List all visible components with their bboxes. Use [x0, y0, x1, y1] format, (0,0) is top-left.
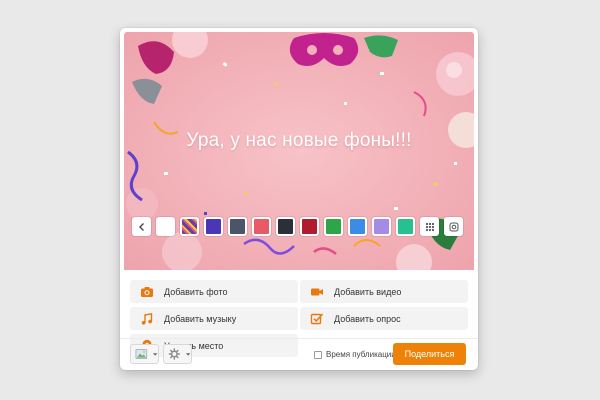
image-icon — [135, 349, 148, 359]
swatch-crimson[interactable] — [300, 217, 319, 236]
video-icon — [310, 285, 324, 299]
swatch-green[interactable] — [324, 217, 343, 236]
caret-down-icon — [152, 352, 158, 356]
swatch-pattern[interactable] — [180, 217, 199, 236]
music-icon — [140, 312, 154, 326]
swatch-coral[interactable] — [252, 217, 271, 236]
add-video-button[interactable]: Добавить видео — [300, 280, 468, 303]
swatch-violet[interactable] — [204, 217, 223, 236]
add-video-label: Добавить видео — [334, 286, 402, 297]
swatch-lavender[interactable] — [372, 217, 391, 236]
add-photo-label: Добавить фото — [164, 286, 228, 297]
publication-time-checkbox[interactable] — [314, 350, 322, 359]
post-composer: Ура, у нас новые фоны!!! Добавить фото Д… — [120, 28, 478, 370]
swatch-dark[interactable] — [276, 217, 295, 236]
add-music-button[interactable]: Добавить музыку — [130, 307, 298, 330]
grid-icon — [425, 222, 434, 231]
poll-icon — [310, 312, 324, 326]
background-picker-button[interactable] — [130, 344, 159, 364]
add-photo-button[interactable]: Добавить фото — [130, 280, 298, 303]
swatch-white[interactable] — [156, 217, 175, 236]
upload-background-button[interactable] — [444, 217, 463, 236]
swatch-blue[interactable] — [348, 217, 367, 236]
swatch-prev-button[interactable] — [132, 217, 151, 236]
background-preview[interactable]: Ура, у нас новые фоны!!! — [124, 32, 474, 270]
chevron-left-icon — [138, 222, 144, 231]
composer-footer: Время публикации Поделиться — [120, 338, 478, 370]
swatch-mint[interactable] — [396, 217, 415, 236]
background-text[interactable]: Ура, у нас новые фоны!!! — [124, 130, 474, 152]
swatch-slate[interactable] — [228, 217, 247, 236]
settings-button[interactable] — [163, 344, 192, 364]
caret-down-icon — [185, 352, 191, 356]
add-poll-button[interactable]: Добавить опрос — [300, 307, 468, 330]
add-music-label: Добавить музыку — [164, 313, 237, 324]
background-swatch-bar — [132, 217, 463, 239]
publication-time-toggle[interactable]: Время публикации — [314, 350, 396, 359]
add-poll-label: Добавить опрос — [334, 313, 401, 324]
publication-time-label: Время публикации — [326, 350, 396, 359]
camera-icon — [140, 285, 154, 299]
share-button[interactable]: Поделиться — [393, 343, 466, 365]
more-backgrounds-button[interactable] — [420, 217, 439, 236]
gear-icon — [168, 348, 181, 360]
instagram-icon — [449, 222, 458, 231]
